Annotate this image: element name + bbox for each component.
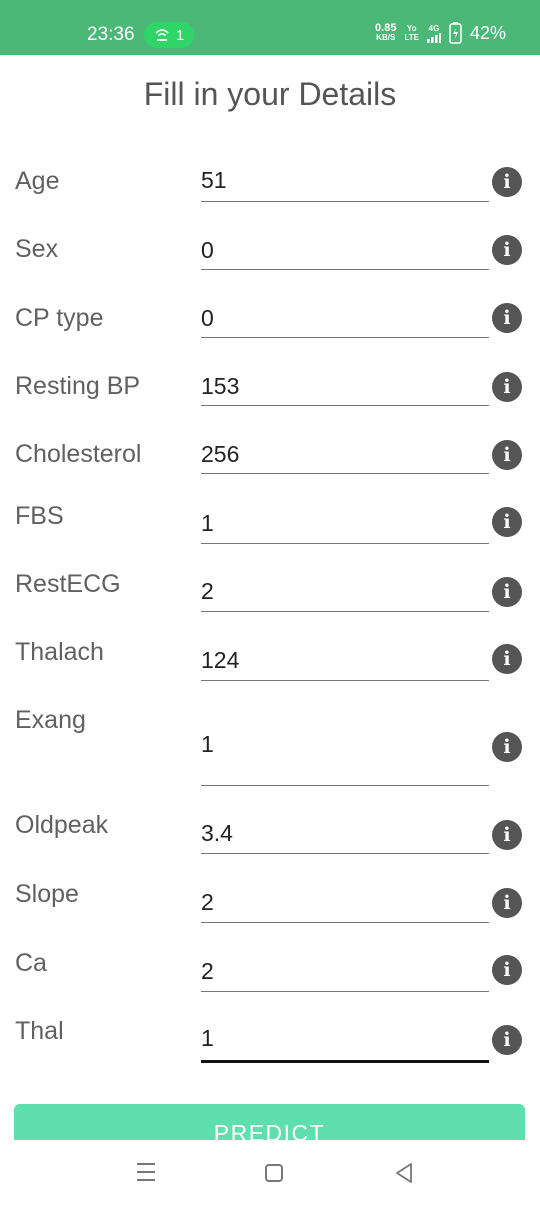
status-bar: 23:36 1 0.85 KB/S Yo LTE 4G 42% <box>0 0 540 55</box>
field-input-thal[interactable]: 1 <box>201 1025 489 1063</box>
volte-indicator: Yo LTE <box>404 24 419 42</box>
net-speed-unit: KB/S <box>376 33 396 42</box>
field-input-cholesterol[interactable]: 256 <box>201 441 489 474</box>
status-indicators: 0.85 KB/S Yo LTE 4G 42% <box>375 22 506 44</box>
info-icon[interactable]: i <box>492 303 522 333</box>
field-input-sex[interactable]: 0 <box>201 237 489 270</box>
field-label-thalach: Thalach <box>15 638 104 666</box>
field-input-resting-bp[interactable]: 153 <box>201 373 489 406</box>
battery-icon <box>449 22 462 44</box>
network-indicator: 4G <box>426 23 441 43</box>
back-icon[interactable] <box>394 1162 414 1184</box>
info-icon[interactable]: i <box>492 820 522 850</box>
net-speed: 0.85 KB/S <box>375 23 396 43</box>
field-label-sex: Sex <box>15 235 59 263</box>
field-input-exang[interactable]: 1 <box>201 731 489 786</box>
field-input-restecg[interactable]: 2 <box>201 578 489 612</box>
field-label-cholesterol: Cholesterol <box>15 440 142 468</box>
field-label-restecg: RestECG <box>15 570 121 598</box>
field-label-cp-type: CP type <box>15 304 104 332</box>
system-nav-bar <box>0 1140 540 1206</box>
page-title: Fill in your Details <box>143 76 397 112</box>
info-icon[interactable]: i <box>492 235 522 265</box>
volte-top: Yo <box>406 24 417 33</box>
info-icon[interactable]: i <box>492 955 522 985</box>
signal-icon <box>426 32 441 43</box>
battery-percent: 42% <box>469 22 506 43</box>
field-label-exang: Exang <box>15 706 86 734</box>
hotspot-indicator[interactable]: 1 <box>144 22 194 48</box>
hotspot-icon <box>155 29 169 41</box>
info-icon[interactable]: i <box>492 440 522 470</box>
field-input-ca[interactable]: 2 <box>201 958 489 992</box>
field-input-cp-type[interactable]: 0 <box>201 305 489 338</box>
menu-icon[interactable] <box>137 1163 155 1183</box>
field-label-resting-bp: Resting BP <box>15 372 141 400</box>
hotspot-count: 1 <box>175 26 185 44</box>
info-icon[interactable]: i <box>492 507 522 537</box>
net-speed-value: 0.85 <box>375 22 397 34</box>
info-icon[interactable]: i <box>492 167 522 197</box>
field-input-thalach[interactable]: 124 <box>201 647 489 681</box>
home-icon[interactable] <box>265 1164 283 1182</box>
info-icon[interactable]: i <box>492 577 522 607</box>
field-label-age: Age <box>15 167 60 195</box>
info-icon[interactable]: i <box>492 888 522 918</box>
field-label-thal: Thal <box>15 1017 64 1045</box>
field-label-ca: Ca <box>15 949 47 977</box>
field-label-oldpeak: Oldpeak <box>15 811 109 839</box>
field-input-fbs[interactable]: 1 <box>201 510 489 544</box>
info-icon[interactable]: i <box>492 644 522 674</box>
network-type: 4G <box>428 23 440 33</box>
status-time: 23:36 <box>87 24 135 45</box>
field-input-slope[interactable]: 2 <box>201 889 489 923</box>
info-icon[interactable]: i <box>492 1025 522 1055</box>
info-icon[interactable]: i <box>492 372 522 402</box>
info-icon[interactable]: i <box>492 732 522 762</box>
field-label-slope: Slope <box>15 880 79 908</box>
field-input-age[interactable]: 51 <box>201 167 489 202</box>
field-input-oldpeak[interactable]: 3.4 <box>201 820 489 854</box>
volte-bottom: LTE <box>404 33 419 42</box>
field-label-fbs: FBS <box>15 502 64 530</box>
